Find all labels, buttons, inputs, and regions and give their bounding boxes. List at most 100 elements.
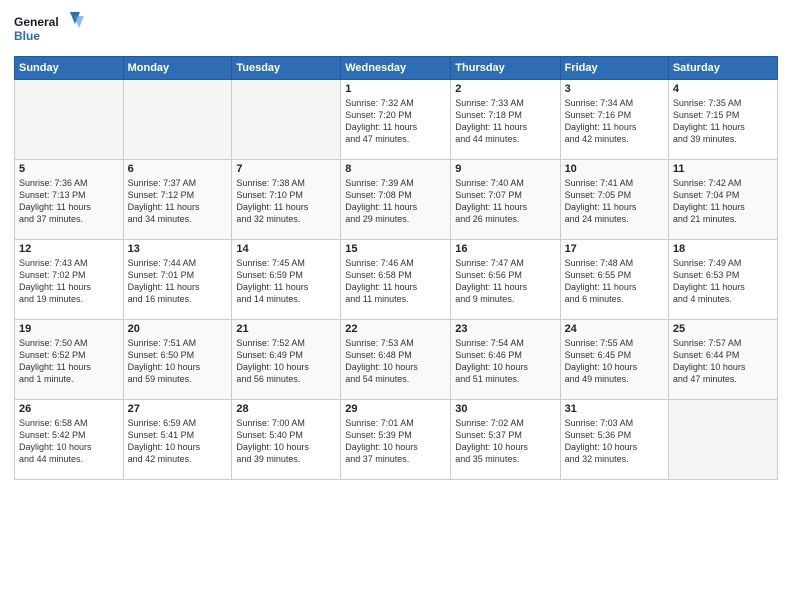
calendar-cell: 29 Sunrise: 7:01 AM Sunset: 5:39 PM Dayli… (341, 400, 451, 480)
day-number: 12 (19, 243, 119, 255)
calendar-cell: 23Sunrise: 7:54 AM Sunset: 6:46 PM Dayli… (451, 320, 560, 400)
day-info: Sunrise: 7:48 AM Sunset: 6:55 PM Dayligh… (565, 257, 664, 306)
day-number: 14 (236, 243, 336, 255)
calendar-day-header: Friday (560, 57, 668, 80)
day-info: Sunrise: 7:40 AM Sunset: 7:07 PM Dayligh… (455, 177, 555, 226)
day-info: Sunrise: 7:42 AM Sunset: 7:04 PM Dayligh… (673, 177, 773, 226)
day-info: Sunrise: 7:39 AM Sunset: 7:08 PM Dayligh… (345, 177, 446, 226)
calendar-week-row: 26 Sunrise: 6:58 AM Sunset: 5:42 PM Dayli… (15, 400, 778, 480)
day-info: Sunrise: 7:57 AM Sunset: 6:44 PM Dayligh… (673, 337, 773, 386)
day-info: Sunrise: 7:02 AM Sunset: 5:37 PM Dayligh… (455, 417, 555, 466)
day-number: 17 (565, 243, 664, 255)
day-number: 16 (455, 243, 555, 255)
calendar-day-header: Wednesday (341, 57, 451, 80)
calendar-day-header: Monday (123, 57, 232, 80)
day-info: Sunrise: 7:51 AM Sunset: 6:50 PM Dayligh… (128, 337, 228, 386)
calendar-cell: 4 Sunrise: 7:35 AM Sunset: 7:15 PM Daylig… (668, 80, 777, 160)
calendar-cell: 16 Sunrise: 7:47 AM Sunset: 6:56 PM Dayli… (451, 240, 560, 320)
calendar-cell: 25 Sunrise: 7:57 AM Sunset: 6:44 PM Dayli… (668, 320, 777, 400)
calendar-cell: 26 Sunrise: 6:58 AM Sunset: 5:42 PM Dayli… (15, 400, 124, 480)
calendar-cell: 15Sunrise: 7:46 AM Sunset: 6:58 PM Dayli… (341, 240, 451, 320)
day-number: 10 (565, 163, 664, 175)
day-number: 18 (673, 243, 773, 255)
svg-text:General: General (14, 15, 59, 29)
calendar-cell (232, 80, 341, 160)
day-info: Sunrise: 7:38 AM Sunset: 7:10 PM Dayligh… (236, 177, 336, 226)
calendar-cell: 1 Sunrise: 7:32 AM Sunset: 7:20 PM Daylig… (341, 80, 451, 160)
calendar-cell (123, 80, 232, 160)
calendar-cell: 3Sunrise: 7:34 AM Sunset: 7:16 PM Daylig… (560, 80, 668, 160)
calendar-week-row: 5 Sunrise: 7:36 AM Sunset: 7:13 PM Daylig… (15, 160, 778, 240)
calendar-day-header: Thursday (451, 57, 560, 80)
day-info: Sunrise: 7:41 AM Sunset: 7:05 PM Dayligh… (565, 177, 664, 226)
calendar-cell: 19 Sunrise: 7:50 AM Sunset: 6:52 PM Dayli… (15, 320, 124, 400)
day-info: Sunrise: 7:44 AM Sunset: 7:01 PM Dayligh… (128, 257, 228, 306)
day-number: 22 (345, 323, 446, 335)
day-number: 23 (455, 323, 555, 335)
calendar-cell: 9Sunrise: 7:40 AM Sunset: 7:07 PM Daylig… (451, 160, 560, 240)
day-number: 6 (128, 163, 228, 175)
calendar-header-row: SundayMondayTuesdayWednesdayThursdayFrid… (15, 57, 778, 80)
day-number: 19 (19, 323, 119, 335)
calendar-cell: 2 Sunrise: 7:33 AM Sunset: 7:18 PM Daylig… (451, 80, 560, 160)
calendar-cell: 13Sunrise: 7:44 AM Sunset: 7:01 PM Dayli… (123, 240, 232, 320)
day-number: 4 (673, 83, 773, 95)
calendar-cell: 31Sunrise: 7:03 AM Sunset: 5:36 PM Dayli… (560, 400, 668, 480)
calendar-cell: 27Sunrise: 6:59 AM Sunset: 5:41 PM Dayli… (123, 400, 232, 480)
calendar-cell: 14 Sunrise: 7:45 AM Sunset: 6:59 PM Dayli… (232, 240, 341, 320)
day-number: 11 (673, 163, 773, 175)
logo-svg: General Blue (14, 10, 84, 48)
day-number: 26 (19, 403, 119, 415)
day-info: Sunrise: 7:50 AM Sunset: 6:52 PM Dayligh… (19, 337, 119, 386)
day-number: 28 (236, 403, 336, 415)
day-number: 20 (128, 323, 228, 335)
day-number: 25 (673, 323, 773, 335)
calendar-cell: 5 Sunrise: 7:36 AM Sunset: 7:13 PM Daylig… (15, 160, 124, 240)
day-number: 30 (455, 403, 555, 415)
calendar-cell (15, 80, 124, 160)
day-number: 8 (345, 163, 446, 175)
calendar-table: SundayMondayTuesdayWednesdayThursdayFrid… (14, 56, 778, 480)
calendar-cell (668, 400, 777, 480)
calendar-cell: 7 Sunrise: 7:38 AM Sunset: 7:10 PM Daylig… (232, 160, 341, 240)
calendar-cell: 8 Sunrise: 7:39 AM Sunset: 7:08 PM Daylig… (341, 160, 451, 240)
day-info: Sunrise: 7:55 AM Sunset: 6:45 PM Dayligh… (565, 337, 664, 386)
day-number: 29 (345, 403, 446, 415)
calendar-cell: 18 Sunrise: 7:49 AM Sunset: 6:53 PM Dayli… (668, 240, 777, 320)
day-number: 2 (455, 83, 555, 95)
calendar-cell: 6 Sunrise: 7:37 AM Sunset: 7:12 PM Daylig… (123, 160, 232, 240)
calendar-cell: 11 Sunrise: 7:42 AM Sunset: 7:04 PM Dayli… (668, 160, 777, 240)
day-info: Sunrise: 7:53 AM Sunset: 6:48 PM Dayligh… (345, 337, 446, 386)
day-info: Sunrise: 7:01 AM Sunset: 5:39 PM Dayligh… (345, 417, 446, 466)
day-info: Sunrise: 7:45 AM Sunset: 6:59 PM Dayligh… (236, 257, 336, 306)
day-info: Sunrise: 7:49 AM Sunset: 6:53 PM Dayligh… (673, 257, 773, 306)
day-info: Sunrise: 6:58 AM Sunset: 5:42 PM Dayligh… (19, 417, 119, 466)
day-info: Sunrise: 7:33 AM Sunset: 7:18 PM Dayligh… (455, 97, 555, 146)
day-info: Sunrise: 7:00 AM Sunset: 5:40 PM Dayligh… (236, 417, 336, 466)
calendar-cell: 17 Sunrise: 7:48 AM Sunset: 6:55 PM Dayli… (560, 240, 668, 320)
calendar-cell: 22 Sunrise: 7:53 AM Sunset: 6:48 PM Dayli… (341, 320, 451, 400)
calendar-week-row: 19 Sunrise: 7:50 AM Sunset: 6:52 PM Dayli… (15, 320, 778, 400)
calendar-week-row: 1 Sunrise: 7:32 AM Sunset: 7:20 PM Daylig… (15, 80, 778, 160)
calendar-cell: 20 Sunrise: 7:51 AM Sunset: 6:50 PM Dayli… (123, 320, 232, 400)
day-info: Sunrise: 7:32 AM Sunset: 7:20 PM Dayligh… (345, 97, 446, 146)
calendar-cell: 24 Sunrise: 7:55 AM Sunset: 6:45 PM Dayli… (560, 320, 668, 400)
day-info: Sunrise: 7:43 AM Sunset: 7:02 PM Dayligh… (19, 257, 119, 306)
day-number: 21 (236, 323, 336, 335)
svg-text:Blue: Blue (14, 29, 40, 43)
day-info: Sunrise: 7:46 AM Sunset: 6:58 PM Dayligh… (345, 257, 446, 306)
logo: General Blue (14, 10, 84, 48)
day-info: Sunrise: 7:37 AM Sunset: 7:12 PM Dayligh… (128, 177, 228, 226)
calendar-day-header: Tuesday (232, 57, 341, 80)
day-number: 24 (565, 323, 664, 335)
day-info: Sunrise: 7:52 AM Sunset: 6:49 PM Dayligh… (236, 337, 336, 386)
calendar-day-header: Saturday (668, 57, 777, 80)
calendar-day-header: Sunday (15, 57, 124, 80)
day-number: 5 (19, 163, 119, 175)
day-number: 1 (345, 83, 446, 95)
day-info: Sunrise: 7:03 AM Sunset: 5:36 PM Dayligh… (565, 417, 664, 466)
day-number: 7 (236, 163, 336, 175)
day-info: Sunrise: 7:35 AM Sunset: 7:15 PM Dayligh… (673, 97, 773, 146)
day-info: Sunrise: 7:47 AM Sunset: 6:56 PM Dayligh… (455, 257, 555, 306)
day-info: Sunrise: 7:36 AM Sunset: 7:13 PM Dayligh… (19, 177, 119, 226)
